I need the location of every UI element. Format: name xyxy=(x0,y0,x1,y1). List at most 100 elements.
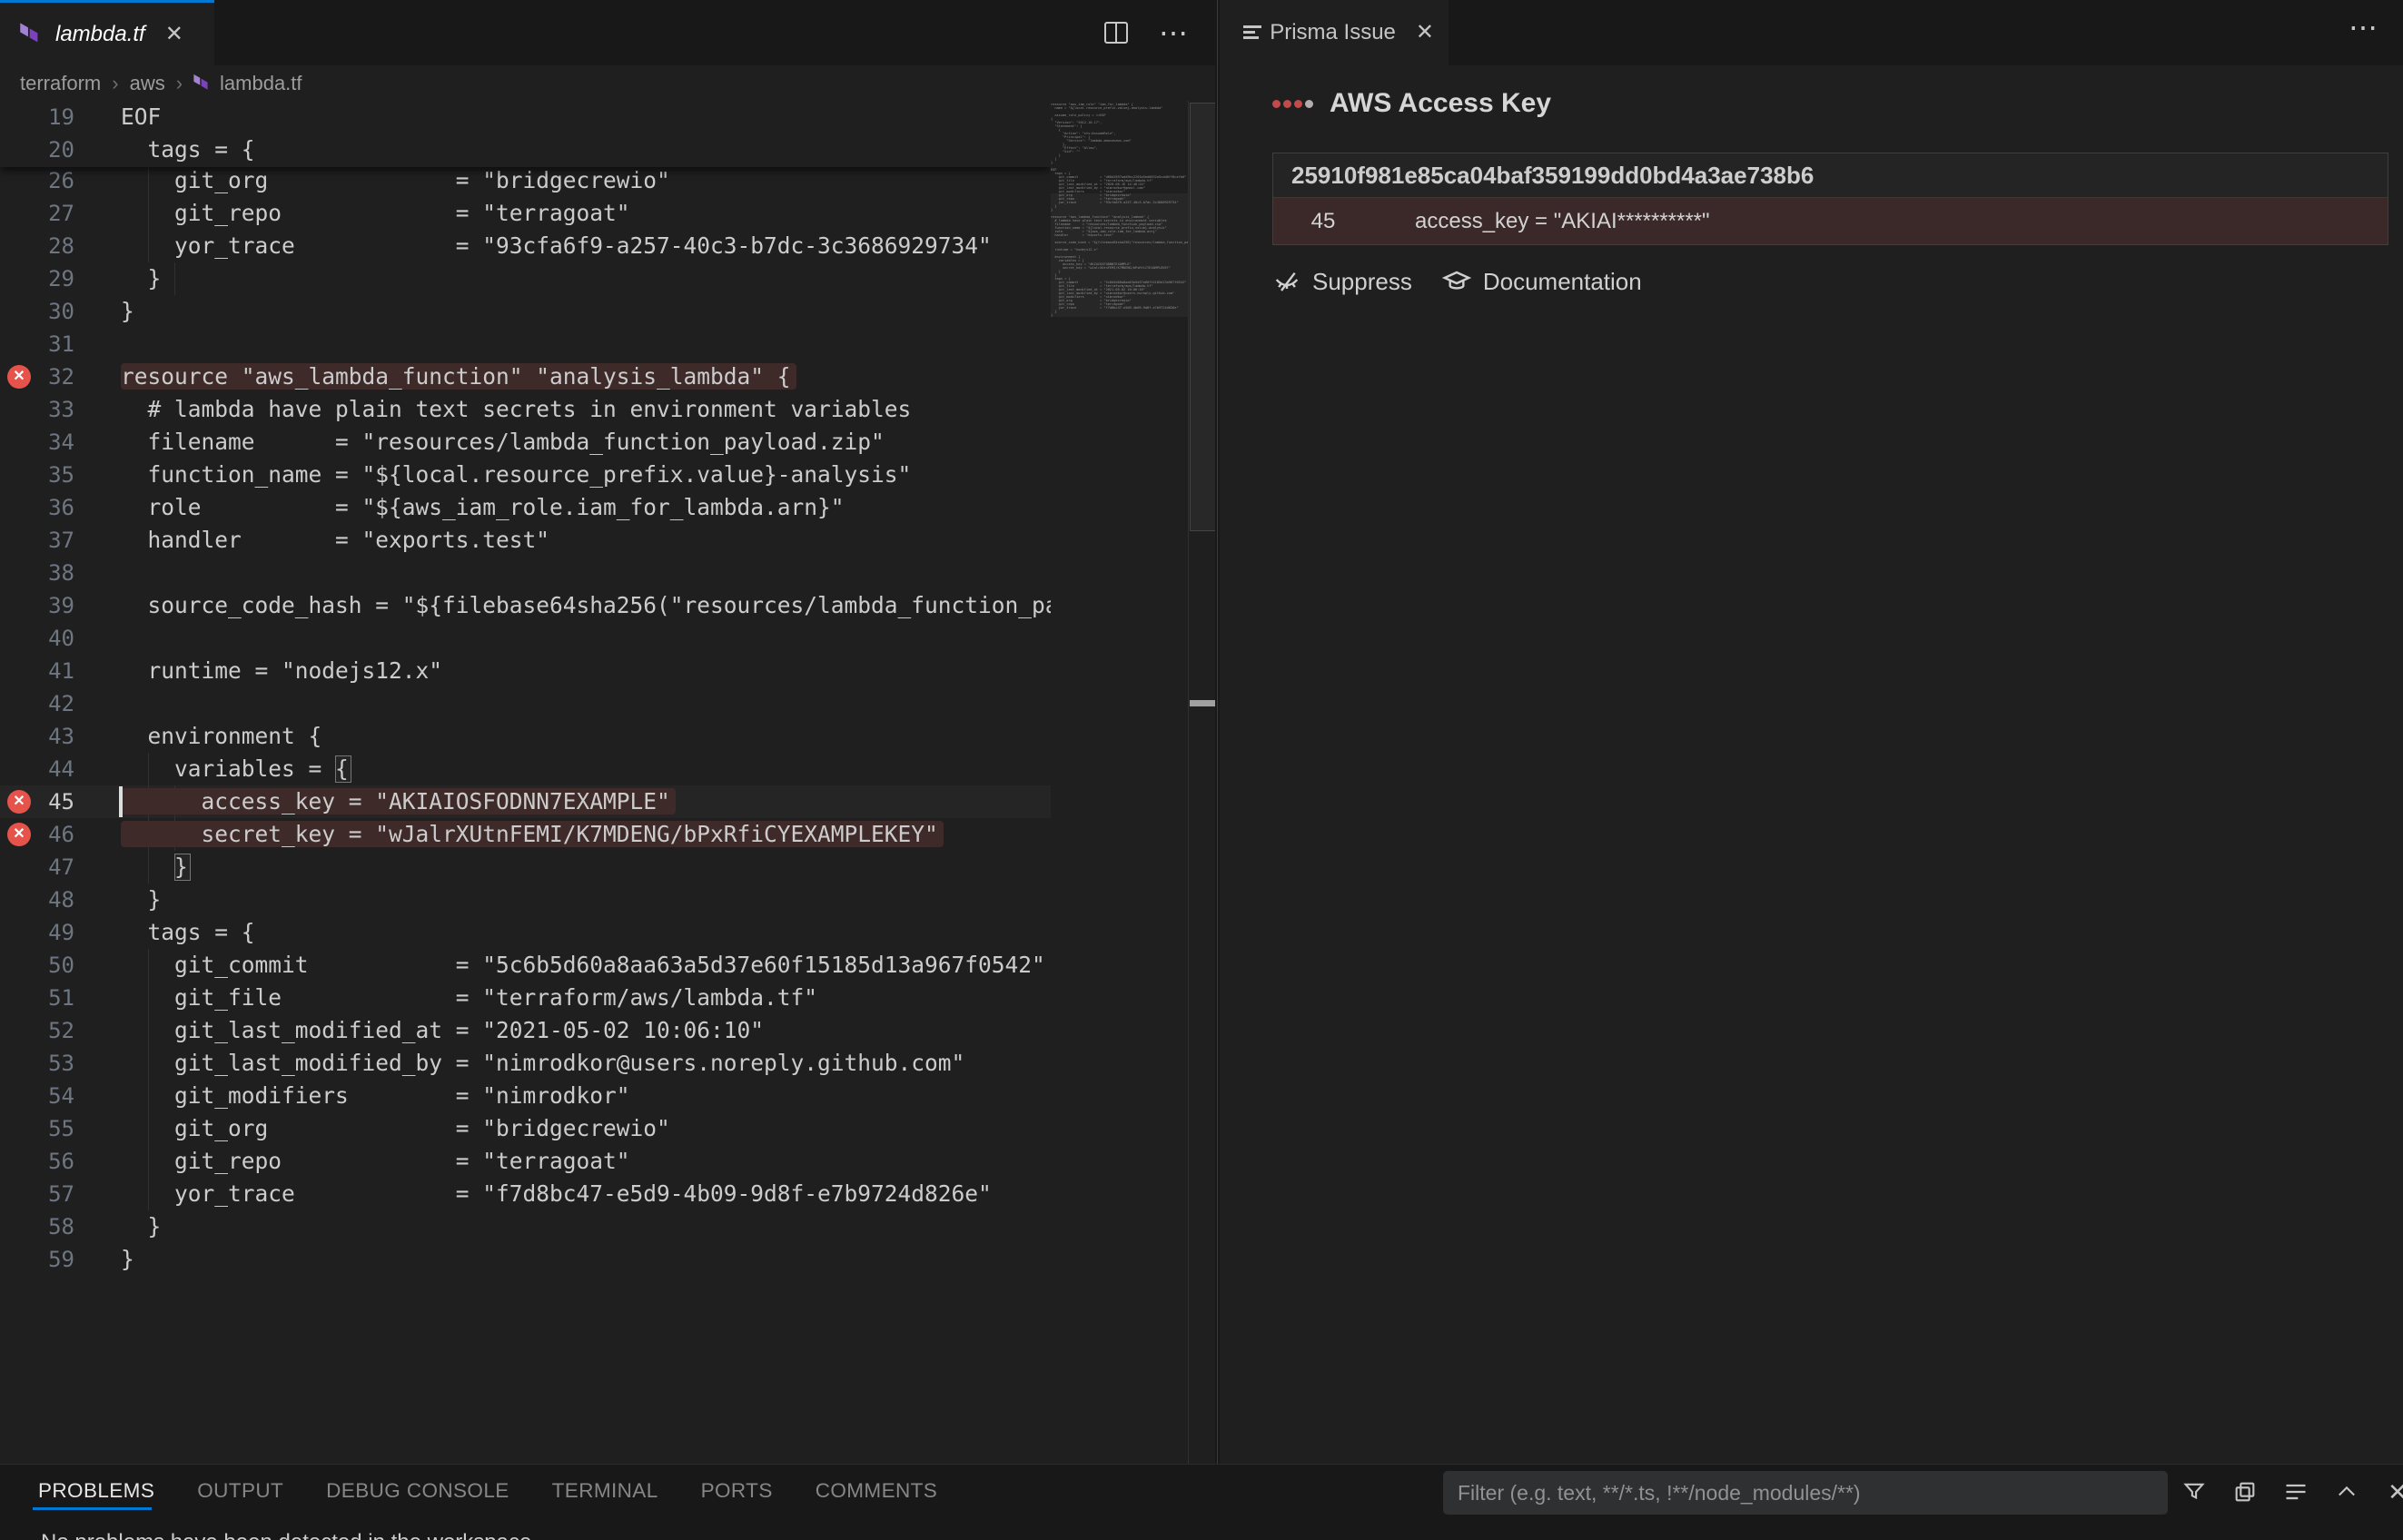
line-number[interactable]: 32 xyxy=(0,360,74,393)
code-editor[interactable]: 26 git_org = "bridgecrewio"27 git_repo =… xyxy=(0,101,1215,1464)
line-number[interactable]: 34 xyxy=(0,426,74,459)
collapse-all-icon[interactable] xyxy=(2279,1476,2312,1508)
panel-tab-ports[interactable]: PORTS xyxy=(701,1479,773,1503)
line-number[interactable]: 48 xyxy=(0,884,74,916)
panel-tab-output[interactable]: OUTPUT xyxy=(197,1479,283,1503)
code-line[interactable]: 47 } xyxy=(0,851,1051,884)
line-number[interactable]: 27 xyxy=(0,197,74,230)
line-number[interactable]: 57 xyxy=(0,1178,74,1210)
filter-input[interactable] xyxy=(1458,1481,2130,1505)
line-number[interactable]: 28 xyxy=(0,230,74,262)
line-number[interactable]: 58 xyxy=(0,1210,74,1243)
line-number[interactable]: 33 xyxy=(0,393,74,426)
code-line[interactable]: 31 xyxy=(0,328,1051,360)
editor-scrollbar[interactable] xyxy=(1188,101,1215,1464)
line-number[interactable]: 59 xyxy=(0,1243,74,1276)
tab-close-icon[interactable]: ✕ xyxy=(1416,22,1434,44)
code-line[interactable]: 30} xyxy=(0,295,1051,328)
sticky-scroll-header[interactable]: 19EOF20 tags = { xyxy=(0,101,1051,167)
code-line[interactable]: 50 git_commit = "5c6b5d60a8aa63a5d37e60f… xyxy=(0,949,1051,982)
line-number[interactable]: 37 xyxy=(0,524,74,557)
split-editor-icon[interactable] xyxy=(1104,22,1128,44)
panel-tab-problems[interactable]: PROBLEMS xyxy=(38,1479,154,1503)
line-number[interactable]: 36 xyxy=(0,491,74,524)
code-line[interactable]: 51 git_file = "terraform/aws/lambda.tf" xyxy=(0,982,1051,1014)
code-line[interactable]: 40 xyxy=(0,622,1051,655)
code-line[interactable]: 56 git_repo = "terragoat" xyxy=(0,1145,1051,1178)
line-number[interactable]: 41 xyxy=(0,655,74,687)
code-line[interactable]: 58 } xyxy=(0,1210,1051,1243)
line-number[interactable]: 19 xyxy=(0,101,74,133)
line-number[interactable]: 43 xyxy=(0,720,74,753)
code-line[interactable]: 27 git_repo = "terragoat" xyxy=(0,197,1051,230)
code-line[interactable]: 38 xyxy=(0,557,1051,589)
sticky-code-line[interactable]: 20 tags = { xyxy=(0,133,1051,166)
issue-code-row[interactable]: 45 access_key = "AKIAI**********" xyxy=(1273,198,2388,244)
code-line[interactable]: 52 git_last_modified_at = "2021-05-02 10… xyxy=(0,1014,1051,1047)
line-number[interactable]: 40 xyxy=(0,622,74,655)
filter-toggle-icon[interactable] xyxy=(2178,1476,2210,1508)
panel-tab-debug-console[interactable]: DEBUG CONSOLE xyxy=(326,1479,509,1503)
line-number[interactable]: 20 xyxy=(0,133,74,166)
sticky-code-line[interactable]: 19EOF xyxy=(0,101,1051,133)
code-line[interactable]: 54 git_modifiers = "nimrodkor" xyxy=(0,1080,1051,1112)
panel-tab-comments[interactable]: COMMENTS xyxy=(816,1479,937,1503)
code-line[interactable]: 55 git_org = "bridgecrewio" xyxy=(0,1112,1051,1145)
line-number[interactable]: 51 xyxy=(0,982,74,1014)
code-line[interactable]: 43 environment { xyxy=(0,720,1051,753)
line-number[interactable]: 53 xyxy=(0,1047,74,1080)
line-number[interactable]: 47 xyxy=(0,851,74,884)
minimap[interactable]: resource "aws_iam_role" "iam_for_lambda"… xyxy=(1051,103,1188,1456)
more-actions-icon[interactable]: ⋯ xyxy=(2349,18,2379,36)
line-number[interactable]: 56 xyxy=(0,1145,74,1178)
code-line[interactable]: ✕32resource "aws_lambda_function" "analy… xyxy=(0,360,1051,393)
code-line[interactable]: 36 role = "${aws_iam_role.iam_for_lambda… xyxy=(0,491,1051,524)
code-line[interactable]: 57 yor_trace = "f7d8bc47-e5d9-4b09-9d8f-… xyxy=(0,1178,1051,1210)
code-line[interactable]: 48 } xyxy=(0,884,1051,916)
maximize-panel-icon[interactable] xyxy=(2330,1476,2363,1508)
filter-funnel-icon[interactable] xyxy=(2130,1480,2155,1505)
line-number[interactable]: 52 xyxy=(0,1014,74,1047)
code-line[interactable]: 53 git_last_modified_by = "nimrodkor@use… xyxy=(0,1047,1051,1080)
code-line[interactable]: 26 git_org = "bridgecrewio" xyxy=(0,164,1051,197)
tab-lambda-tf[interactable]: lambda.tf ✕ xyxy=(0,0,214,65)
line-number[interactable]: 45 xyxy=(0,785,74,818)
code-line[interactable]: 34 filename = "resources/lambda_function… xyxy=(0,426,1051,459)
line-number[interactable]: 42 xyxy=(0,687,74,720)
line-number[interactable]: 30 xyxy=(0,295,74,328)
code-line[interactable]: 44 variables = { xyxy=(0,753,1051,785)
code-line[interactable]: 39 source_code_hash = "${filebase64sha25… xyxy=(0,589,1051,622)
documentation-button[interactable]: Documentation xyxy=(1441,267,1642,296)
code-line[interactable]: ✕45 access_key = "AKIAIOSFODNN7EXAMPLE" xyxy=(0,785,1051,818)
line-number[interactable]: 38 xyxy=(0,557,74,589)
line-number[interactable]: 44 xyxy=(0,753,74,785)
line-number[interactable]: 46 xyxy=(0,818,74,851)
breadcrumb-aws[interactable]: aws xyxy=(130,72,165,95)
code-line[interactable]: 37 handler = "exports.test" xyxy=(0,524,1051,557)
code-line[interactable]: 33 # lambda have plain text secrets in e… xyxy=(0,393,1051,426)
line-number[interactable]: 50 xyxy=(0,949,74,982)
line-number[interactable]: 39 xyxy=(0,589,74,622)
line-number[interactable]: 35 xyxy=(0,459,74,491)
panel-tab-terminal[interactable]: TERMINAL xyxy=(552,1479,658,1503)
breadcrumb-file[interactable]: lambda.tf xyxy=(193,72,302,95)
tab-prisma-issue[interactable]: Prisma Issue ✕ xyxy=(1220,0,1449,65)
code-line[interactable]: 35 function_name = "${local.resource_pre… xyxy=(0,459,1051,491)
code-line[interactable]: 59} xyxy=(0,1243,1051,1276)
code-line[interactable]: 49 tags = { xyxy=(0,916,1051,949)
tab-close-icon[interactable]: ✕ xyxy=(165,24,183,45)
more-actions-icon[interactable]: ⋯ xyxy=(1159,24,1190,42)
line-number[interactable]: 55 xyxy=(0,1112,74,1145)
code-line[interactable]: 29 } xyxy=(0,262,1051,295)
line-number[interactable]: 49 xyxy=(0,916,74,949)
suppress-button[interactable]: Suppress xyxy=(1272,267,1412,296)
close-panel-icon[interactable]: ✕ xyxy=(2381,1476,2403,1508)
code-line[interactable]: ✕46 secret_key = "wJalrXUtnFEMI/K7MDENG/… xyxy=(0,818,1051,851)
line-number[interactable]: 26 xyxy=(0,164,74,197)
line-number[interactable]: 54 xyxy=(0,1080,74,1112)
code-line[interactable]: 41 runtime = "nodejs12.x" xyxy=(0,655,1051,687)
code-line[interactable]: 28 yor_trace = "93cfa6f9-a257-40c3-b7dc-… xyxy=(0,230,1051,262)
view-as-table-icon[interactable] xyxy=(2229,1476,2261,1508)
line-number[interactable]: 29 xyxy=(0,262,74,295)
breadcrumb-terraform[interactable]: terraform xyxy=(20,72,101,95)
